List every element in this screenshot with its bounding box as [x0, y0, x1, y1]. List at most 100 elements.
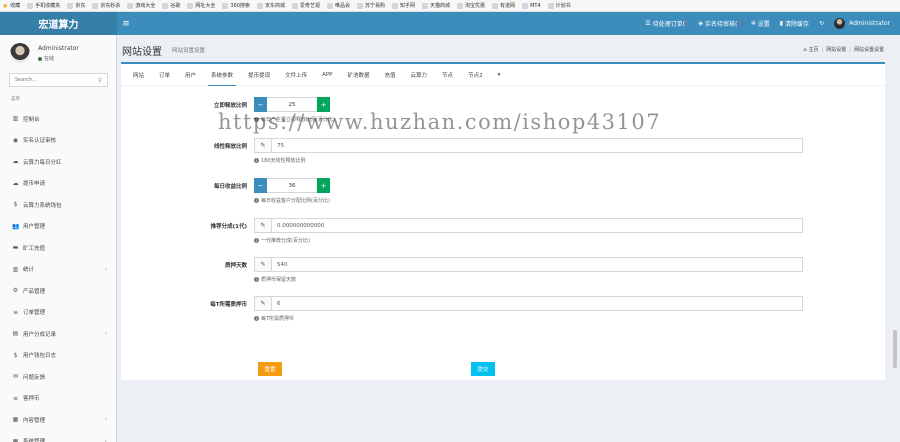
content-header: 网站设置 网站设置设置 ⌂ 主页 | 网站设置 | 网站设置设置 [117, 35, 900, 60]
sidebar-item[interactable]: ▥ 统计 ‹ [0, 259, 116, 281]
sidebar-item[interactable]: ▦ 系统管理 ‹ [0, 431, 116, 442]
daily-income-stepper: − + [254, 178, 330, 193]
increment-button[interactable]: + [317, 97, 330, 112]
page-icon [547, 2, 554, 9]
tabs-more-icon[interactable]: ▾ [498, 64, 501, 86]
online-status: 在线 [38, 55, 54, 62]
clear-cache-link[interactable]: ▮ 清除缓存 [780, 19, 809, 28]
linear-release-field: ✎ [254, 138, 803, 153]
bookmark-item[interactable]: 淘宝优惠 [457, 2, 485, 9]
sidebar-item[interactable]: 👥 用户管理 [0, 216, 116, 238]
referral-share-input[interactable] [272, 218, 803, 233]
sidebar-item[interactable]: ≡ 订单管理 [0, 302, 116, 324]
bookmark-item[interactable]: 360搜索 [222, 2, 250, 9]
pending-orders-link[interactable]: ☰ 待处理订单( ) [645, 19, 688, 28]
bookmark-label: 360搜索 [230, 3, 250, 9]
page-icon [256, 2, 263, 9]
sidebar-item-label: 云算力系统钱包 [23, 202, 62, 209]
tab[interactable]: 云算力 [411, 64, 428, 86]
bookmark-item[interactable]: 天猫商城 [422, 2, 450, 9]
page-icon [492, 2, 499, 9]
bookmark-item[interactable]: MT4 [522, 2, 541, 9]
pledge-per-t-input[interactable] [272, 296, 803, 311]
sidebar-item[interactable]: ▤ 用户分成记录 ‹ [0, 323, 116, 345]
sidebar-item[interactable]: ☁ 云算力每日分红 [0, 151, 116, 173]
sidebar-item[interactable]: $ 用户钱包日志 [0, 345, 116, 367]
bookmark-item[interactable]: 谷歌 [162, 2, 180, 9]
tab[interactable]: 订单 [159, 64, 170, 86]
bookmark-item[interactable]: 爱奇艺视 [291, 2, 320, 9]
bookmark-item[interactable]: 网址大全 [187, 2, 215, 9]
menu-icon: ≡ [12, 394, 19, 402]
bookmark-item[interactable]: 游戏大全 [127, 2, 155, 9]
sidebar-item[interactable]: ▥ 控制台 [0, 108, 116, 130]
sidebar-item[interactable]: ▦ 内容管理 ‹ [0, 409, 116, 431]
app-logo[interactable]: 宏道算力 [0, 12, 117, 35]
trash-icon: ▮ [779, 20, 784, 27]
page-icon [356, 2, 363, 9]
submit-button[interactable]: 提交 [471, 362, 495, 376]
search-icon[interactable]: ⚲ [98, 77, 102, 84]
page-scrollbar[interactable] [893, 330, 897, 368]
tab[interactable]: 文件上传 [285, 64, 307, 86]
sidebar-item[interactable]: ≡ 客押币 [0, 388, 116, 410]
tab[interactable]: 提币提现 [248, 64, 270, 86]
avatar [834, 18, 846, 29]
linear-release-input[interactable] [272, 138, 803, 153]
chevron-left-icon: ‹ [104, 416, 107, 424]
tab[interactable]: 网站 [133, 64, 144, 86]
breadcrumb-home[interactable]: 主页 [809, 46, 819, 53]
sidebar-item-label: 产品管理 [23, 288, 46, 295]
bookmark-item[interactable]: 手机收藏夹 [27, 2, 60, 9]
bookmark-item[interactable]: 苏宁易购 [356, 2, 385, 9]
pending-verify-badge: ) [738, 20, 741, 27]
refresh-button[interactable]: ↻ [819, 20, 824, 27]
sidebar-item[interactable]: ◉ 实名认证审核 [0, 130, 116, 152]
bookmark-item[interactable]: 知乎网 [392, 2, 415, 9]
menu-icon: ✉ [12, 373, 19, 381]
sidebar-item[interactable]: ⚙ 产品管理 [0, 280, 116, 302]
sidebar-item[interactable]: ☁ 提币申请 [0, 173, 116, 195]
tab[interactable]: 充值 [385, 64, 396, 86]
decrement-button[interactable]: − [254, 97, 267, 112]
breadcrumb-separator: | [849, 46, 851, 53]
breadcrumb-site-settings[interactable]: 网站设置 [826, 46, 846, 53]
menu-icon: ▥ [12, 265, 19, 273]
sidebar-item[interactable]: ▬ 矿工充值 [0, 237, 116, 259]
bookmark-item[interactable]: 计划书 [547, 2, 571, 9]
clear-cache-label: 清除缓存 [785, 21, 810, 28]
field-label: 推荐分成(1代) [210, 224, 247, 230]
decrement-button[interactable]: − [254, 178, 267, 193]
tab[interactable]: APP [322, 64, 332, 86]
bookmark-item[interactable]: ★ 收藏 [2, 2, 20, 9]
bookmark-item[interactable]: 京东秒杀 [92, 2, 120, 9]
sidebar-item-label: 实名认证审核 [23, 138, 57, 145]
reset-button[interactable]: 重置 [258, 362, 282, 376]
sidebar-item-label: 用户钱包日志 [23, 353, 57, 360]
bookmark-item[interactable]: 京东 [67, 2, 85, 9]
tab[interactable]: 矿池数据 [348, 64, 370, 86]
tab[interactable]: 节点2 [468, 64, 483, 86]
pending-verify-link[interactable]: ◈ 实名待审核( ) [698, 19, 740, 28]
bookmark-item[interactable]: 唯品会 [326, 2, 350, 9]
field-help: i 一代推荐分成(百分比) [254, 237, 310, 244]
user-menu[interactable]: Administrator [834, 18, 890, 29]
settings-link[interactable]: ✲ 设置 [751, 19, 770, 28]
tab[interactable]: 用户 [185, 64, 196, 86]
bookmark-item[interactable]: 京东商城 [256, 2, 285, 9]
sidebar-item[interactable]: ✉ 问题反馈 [0, 366, 116, 388]
tab[interactable]: 系统参数 [208, 64, 237, 86]
sidebar-item[interactable]: $ 云算力系统钱包 [0, 194, 116, 216]
menu-icon: ◉ [12, 136, 19, 144]
sidebar-toggle-icon[interactable]: ≡ [119, 12, 133, 35]
increment-button[interactable]: + [317, 178, 330, 193]
search-input[interactable] [15, 77, 93, 83]
daily-income-input[interactable] [267, 178, 317, 193]
menu-icon: ☁ [12, 158, 19, 166]
bookmark-label: 有道网 [500, 3, 516, 9]
pledge-days-input[interactable] [272, 257, 803, 272]
bookmark-label: 唯品会 [334, 3, 350, 9]
bookmark-item[interactable]: 有道网 [492, 2, 515, 9]
immediate-release-input[interactable] [267, 97, 317, 112]
tab[interactable]: 节点 [442, 64, 453, 86]
